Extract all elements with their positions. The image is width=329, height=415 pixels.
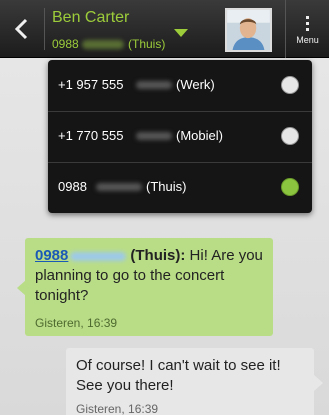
- incoming-message-bubble[interactable]: 0988 (Thuis): Hi! Are you planning to go …: [25, 238, 273, 336]
- redacted-number: [96, 183, 142, 191]
- number-option-thuis[interactable]: 0988 (Thuis): [48, 162, 312, 213]
- radio-button[interactable]: [281, 127, 299, 145]
- radio-button-selected[interactable]: [281, 178, 299, 196]
- number-option-werk[interactable]: +1 957 555 (Werk): [48, 60, 312, 111]
- divider: [44, 8, 45, 50]
- option-number: +1 770 555: [58, 128, 124, 143]
- option-label: (Werk): [176, 77, 215, 92]
- redacted-number: [82, 40, 124, 49]
- redacted-number: [136, 81, 172, 89]
- redacted-number: [136, 132, 172, 140]
- bubble-tail: [314, 375, 323, 391]
- contact-name[interactable]: Ben Carter: [52, 9, 129, 27]
- sender-number-link[interactable]: 0988: [35, 247, 68, 264]
- menu-label: Menu: [296, 35, 319, 45]
- number-picker-dropdown: +1 957 555 (Werk) +1 770 555 (Mobiel) 09…: [48, 60, 312, 213]
- conversation-header: Ben Carter 0988 (Thuis) Menu: [0, 0, 329, 58]
- menu-button[interactable]: Menu: [285, 0, 329, 58]
- triangle-down-icon[interactable]: [174, 29, 188, 37]
- option-number: +1 957 555: [58, 77, 124, 92]
- number-option-mobiel[interactable]: +1 770 555 (Mobiel): [48, 111, 312, 162]
- option-label: (Mobiel): [176, 128, 223, 143]
- message-timestamp: Gisteren, 16:39: [35, 316, 118, 330]
- back-button[interactable]: [0, 0, 44, 58]
- contact-number[interactable]: 0988: [52, 37, 79, 51]
- message-body: Of course! I can't wait to see it! See y…: [76, 357, 281, 394]
- option-label: (Thuis): [146, 179, 187, 194]
- contact-number-label[interactable]: (Thuis): [128, 37, 165, 51]
- chevron-left-icon: [14, 18, 28, 40]
- radio-button[interactable]: [281, 76, 299, 94]
- avatar[interactable]: [225, 8, 272, 52]
- redacted-number: [70, 251, 127, 261]
- option-number: 0988: [58, 179, 87, 194]
- overflow-menu-icon: [306, 16, 309, 31]
- outgoing-message-bubble[interactable]: Of course! I can't wait to see it! See y…: [66, 348, 314, 415]
- sender-label: (Thuis):: [130, 247, 186, 264]
- message-timestamp: Gisteren, 16:39: [76, 402, 159, 415]
- message-text: 0988 (Thuis): Hi! Are you planning to go …: [35, 246, 267, 306]
